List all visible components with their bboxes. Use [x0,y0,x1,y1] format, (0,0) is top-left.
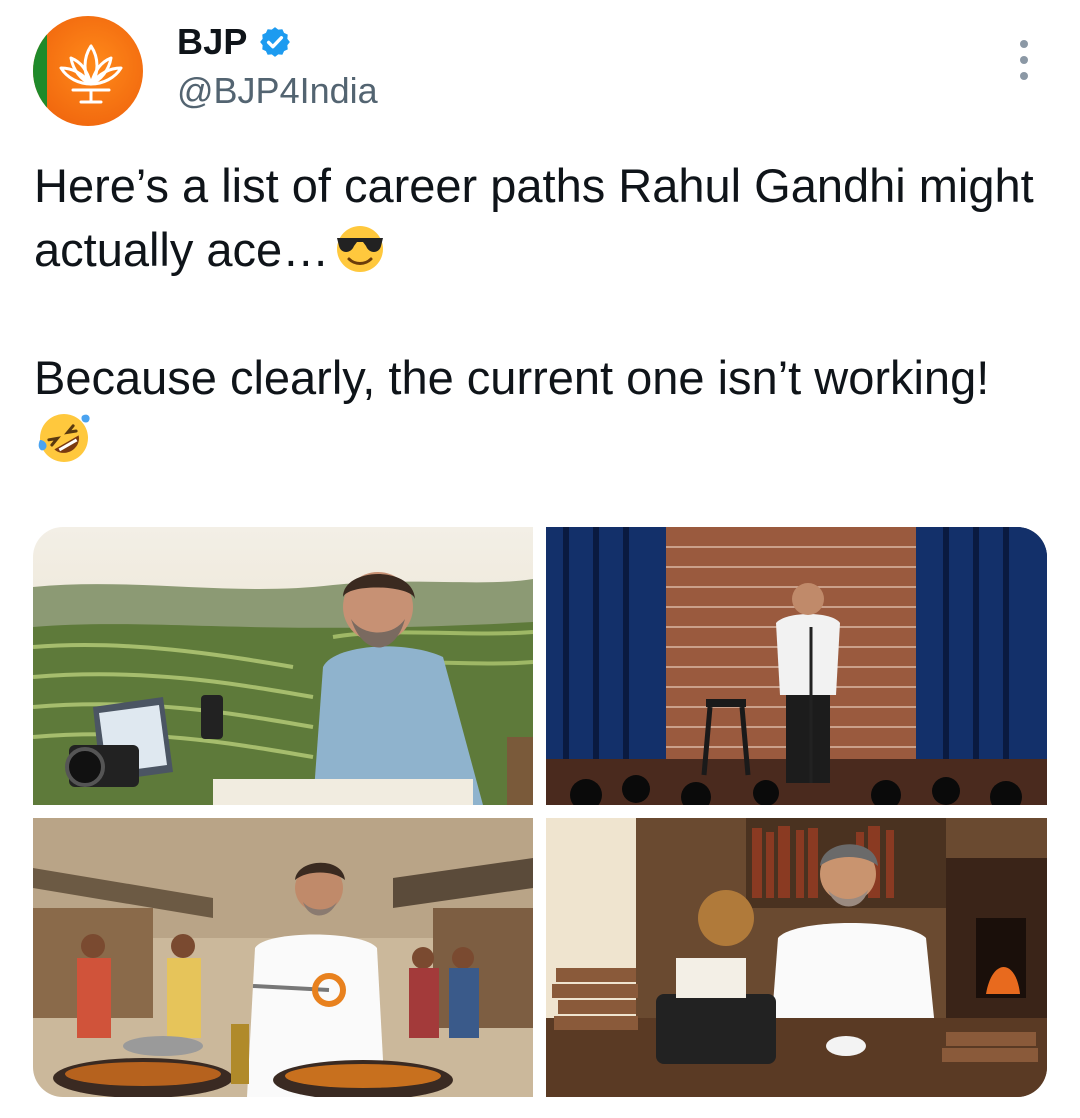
media-grid[interactable] [33,527,1047,1097]
author-handle[interactable]: @BJP4India [177,70,378,112]
tweet-line-2: Because clearly, the current one isn’t w… [34,346,1044,474]
lotus-icon [59,44,123,104]
media-image-3[interactable] [33,818,533,1097]
avatar[interactable] [33,16,143,126]
author-name-row[interactable]: BJP [177,22,292,62]
display-name[interactable]: BJP [177,22,248,62]
media-image-4[interactable] [546,818,1047,1097]
avatar-green-band [33,16,47,126]
verified-badge-icon [259,27,290,57]
tweet-line-1: Here’s a list of career paths Rahul Gand… [34,159,1034,276]
tweet-text: Here’s a list of career paths Rahul Gand… [34,154,1044,474]
media-image-2[interactable] [546,527,1047,805]
media-image-1[interactable] [33,527,533,805]
more-options-icon[interactable] [1010,40,1038,80]
smiling-face-with-sunglasses-icon [337,226,384,272]
rolling-on-the-floor-laughing-icon [38,414,90,462]
tweet-card[interactable]: BJP @BJP4India Here’s a list of career p… [0,0,1080,1118]
